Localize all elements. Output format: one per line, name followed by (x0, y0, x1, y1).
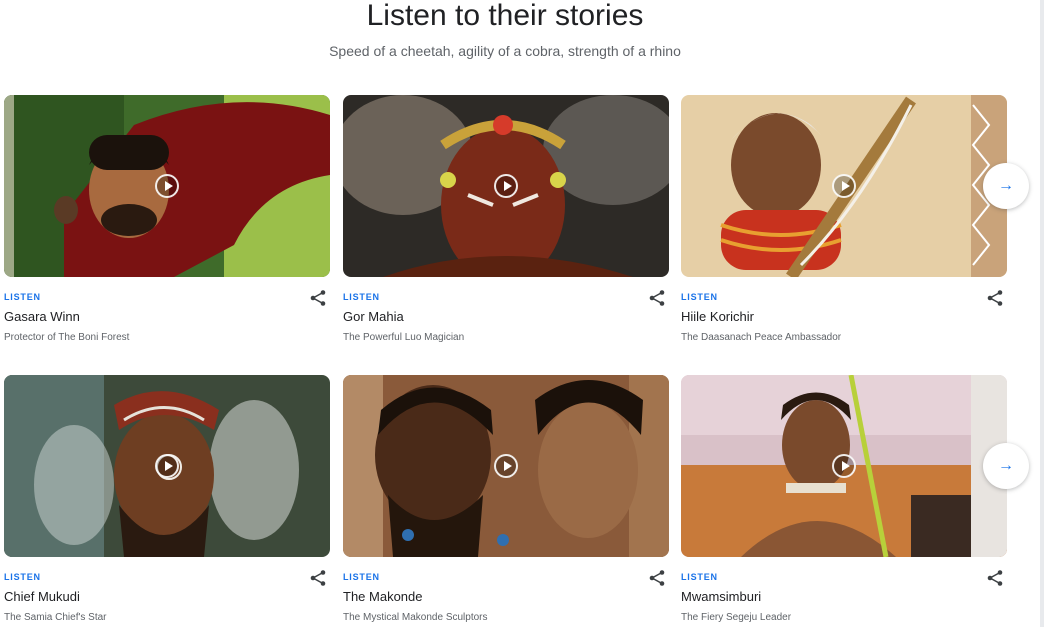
story-name[interactable]: Hiile Korichir (681, 309, 754, 325)
listen-label[interactable]: LISTEN (343, 572, 380, 582)
listen-label[interactable]: LISTEN (4, 292, 41, 302)
story-description: The Mystical Makonde Sculptors (343, 612, 488, 623)
arrow-right-icon: → (998, 177, 1014, 194)
story-description: The Daasanach Peace Ambassador (681, 332, 842, 343)
play-icon[interactable] (494, 454, 518, 478)
share-icon[interactable] (986, 569, 1004, 587)
story-name[interactable]: Chief Mukudi (4, 589, 80, 605)
story-description: The Powerful Luo Magician (343, 332, 465, 343)
share-icon[interactable] (309, 569, 327, 587)
section-title: Listen to their stories (366, 0, 644, 32)
page-edge (1040, 0, 1044, 627)
listen-label[interactable]: LISTEN (681, 572, 718, 582)
play-icon[interactable] (155, 454, 179, 478)
story-description: The Fiery Segeju Leader (681, 612, 792, 623)
carousel-next-button-row-1[interactable]: → (983, 163, 1029, 209)
story-thumbnail[interactable] (681, 95, 1007, 277)
listen-label[interactable]: LISTEN (681, 292, 718, 302)
share-icon[interactable] (309, 289, 327, 307)
carousel-next-button-row-2[interactable]: → (983, 443, 1029, 489)
story-description: Protector of The Boni Forest (4, 332, 130, 343)
story-thumbnail[interactable] (4, 95, 330, 277)
story-thumbnail[interactable] (343, 375, 669, 557)
section-subtitle: Speed of a cheetah, agility of a cobra, … (329, 43, 681, 59)
story-thumbnail[interactable] (343, 95, 669, 277)
story-description: The Samia Chief's Star (4, 612, 107, 623)
story-thumbnail[interactable] (681, 375, 1007, 557)
story-name[interactable]: Mwamsimburi (681, 589, 761, 605)
play-icon[interactable] (832, 454, 856, 478)
listen-label[interactable]: LISTEN (4, 572, 41, 582)
share-icon[interactable] (648, 569, 666, 587)
listen-label[interactable]: LISTEN (343, 292, 380, 302)
play-icon[interactable] (494, 174, 518, 198)
share-icon[interactable] (648, 289, 666, 307)
story-name[interactable]: Gor Mahia (343, 309, 404, 325)
story-name[interactable]: The Makonde (343, 589, 423, 605)
share-icon[interactable] (986, 289, 1004, 307)
arrow-right-icon: → (998, 457, 1014, 474)
story-name[interactable]: Gasara Winn (4, 309, 80, 325)
play-icon[interactable] (155, 174, 179, 198)
story-thumbnail[interactable] (4, 375, 330, 557)
play-icon[interactable] (832, 174, 856, 198)
